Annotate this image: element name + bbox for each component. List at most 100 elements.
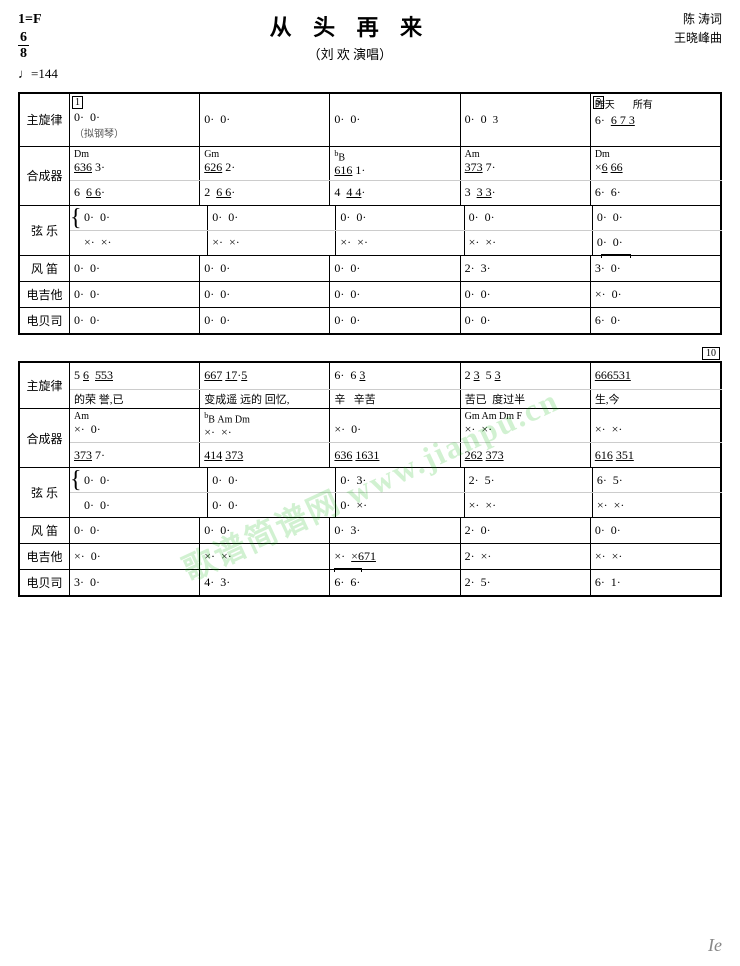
bass2-bar4: 2· 5· (461, 570, 591, 595)
flute-row: 风 笛 0· 0· 0· 0· 0· 0· 2· 3· 3· 0· (18, 255, 722, 281)
label-bass-1: 电贝司 (20, 308, 70, 333)
synth-bar5a: Dm ×6 66 (591, 147, 722, 180)
chord-empty2 (595, 411, 716, 422)
str-bar2a: 0· 0· (208, 206, 336, 230)
strings-row1: { 0· 0· 0· 0· 0· 0· 0· 0· 0· 0· (70, 206, 722, 231)
bass2-bar5: 6· 1· (591, 570, 722, 595)
synth2-bar4b: 262 373 (461, 443, 591, 467)
mel2-bar3: 6· 6 3 (330, 363, 460, 389)
chord-gm: Gm (204, 149, 325, 160)
synth2-bar4a-notes: ×· ×· (465, 422, 586, 437)
str2-bar3b: 0· ×· (336, 493, 464, 517)
str2-bar3a: 0· 3· (336, 468, 464, 492)
bar-1-sublabel: （拟钢琴） (74, 125, 195, 140)
synth2-bar3a-notes: ×· 0· (334, 422, 455, 437)
strings2-bars1: 0· 0· 0· 0· 0· 3· 2· 5· 6· 5· (80, 468, 722, 492)
strings-content: { 0· 0· 0· 0· 0· 0· 0· 0· 0· 0· ×· ×· × (70, 206, 722, 255)
synth-bar4b: 3 3 3· (461, 181, 591, 205)
synth-bar1a: Dm 636 3· (70, 147, 200, 180)
guitar-row-2: 电吉他 ×· 0· ×· ×· ×· ×671 2· ×· ×· ×· (18, 543, 722, 569)
chord-gm-am-dm-f: Gm Am Dm F (465, 411, 586, 422)
bass2-bar3: 6· 6· (330, 570, 460, 595)
guitar2-content: ×· 0· ×· ×· ×· ×671 2· ×· ×· ×· (70, 544, 722, 569)
gtr-bar2: 0· 0· (200, 282, 330, 307)
subtitle: （刘 欢 演唱） (58, 44, 642, 63)
label-strings-2: 弦 乐 (20, 468, 70, 517)
str2-bar4a: 2· 5· (465, 468, 593, 492)
strings-row2-bars: ×· ×· ×· ×· ×· ×· ×· ×· 0· 0· (80, 231, 722, 255)
flute-bar3: 0· 0· (330, 256, 460, 281)
melody2-lyrics: 的荣 誉,已 变成遥 远的 回忆, 辛 辛苦 苦已 度过半 生,今 (70, 389, 722, 408)
label-flute-2: 风 笛 (20, 518, 70, 543)
flute2-bar4: 2· 0· (461, 518, 591, 543)
flute-bar4: 2· 3· (461, 256, 591, 281)
section-2: 10 主旋律 5 6 5̇53 667 17·5 6· 6 3 (18, 361, 722, 597)
gtr2-bar5: ×· ×· (591, 544, 722, 569)
melody-content: 1 0· 0· （拟钢琴） 0· 0· 0· 0· 0· 0 3 (70, 94, 722, 146)
str-bar5a: 0· 0· (593, 206, 722, 230)
chord-dm2: Dm (595, 149, 716, 160)
flute-bar2: 0· 0· (200, 256, 330, 281)
synth2-bar5b: 616 351 (591, 443, 722, 467)
composer: 王晓峰曲 (642, 29, 722, 48)
score-page: 1=F 6 8 ♩=144 从 头 再 来 （刘 欢 演唱） 陈 涛词 王晓峰曲 (0, 0, 740, 966)
synth2-bar3b: 636 1631 (330, 443, 460, 467)
guitar-row: 电吉他 0· 0· 0· 0· 0· 0· 0· 0· ×· 0· (18, 281, 722, 307)
bar-2: 0· 0· (200, 94, 330, 146)
gtr2-bar4: 2· ×· (461, 544, 591, 569)
bass-slur-arc (334, 568, 362, 572)
strings-row1-bars: 0· 0· 0· 0· 0· 0· 0· 0· 0· 0· (80, 206, 722, 230)
synth-bar1a-notes: 636 3· (74, 160, 195, 175)
synth-row2: 6 6 6· 2 6 6· 4 4 4· 3 3 3· 6· 6· (70, 181, 722, 205)
label-guitar-1: 电吉他 (20, 282, 70, 307)
synth2-bar1b: 373 7· (70, 443, 200, 467)
main-melody-row: 主旋律 1 0· 0· （拟钢琴） 0· 0· 0· (18, 92, 722, 146)
synth2-bar4a: Gm Am Dm F ×· ×· (461, 409, 591, 442)
label-synth-1: 合成器 (20, 147, 70, 205)
synth-bar3b: 4 4 4· (330, 181, 460, 205)
str-bar3a: 0· 0· (336, 206, 464, 230)
synth2-bar5a-notes: ×· ×· (595, 422, 716, 437)
str2-bar2b: 0· 0· (208, 493, 336, 517)
chord-dm: Dm (74, 149, 195, 160)
str-bar5b: 0· 0· (593, 231, 722, 255)
brace-spacer (70, 231, 80, 255)
melody2-content: 5 6 5̇53 667 17·5 6· 6 3 2 3 5 3 666531 (70, 363, 722, 408)
bass-bar1: 0· 0· (70, 308, 200, 333)
bar-3: 0· 0· (330, 94, 460, 146)
label-strings-1: 弦 乐 (20, 206, 70, 255)
flute-bar5: 3· 0· (591, 256, 722, 281)
synth-bar2b: 2 6 6· (200, 181, 330, 205)
bass-row-2: 电贝司 3· 0· 4· 3· 6· 6· 2· 5· 6· 1· (18, 569, 722, 597)
synth-bar3a: bB 616 1· (330, 147, 460, 180)
strings2-row1: { 0· 0· 0· 0· 0· 3· 2· 5· 6· 5· (70, 468, 722, 493)
lyric2-bar2: 变成遥 远的 回忆, (200, 390, 330, 408)
str-bar4a: 0· 0· (465, 206, 593, 230)
bar-4: 0· 0 3 (461, 94, 591, 146)
lyric2-bar4: 苦已 度过半 (461, 390, 591, 408)
mel2-bar5: 666531 (591, 363, 722, 389)
str2-bar4b: ×· ×· (465, 493, 593, 517)
time-signature: 6 8 (18, 30, 58, 62)
gtr-bar4: 0· 0· (461, 282, 591, 307)
synth-bar1b: 6 6 6· (70, 181, 200, 205)
str2-bar1b: 0· 0· (80, 493, 208, 517)
bar-5-notes: 6· 6 7 3 (595, 113, 716, 128)
synth-bar4a-notes: 373 7· (465, 160, 586, 175)
gtr-bar3: 0· 0· (330, 282, 460, 307)
synth2-bar2a: bB Am Dm ×· ×· (200, 409, 330, 442)
flute2-bar5: 0· 0· (591, 518, 722, 543)
key-signature: 1=F (18, 10, 58, 30)
gtr2-bar3: ×· ×671 (330, 544, 460, 569)
synth-bar5b: 6· 6· (591, 181, 722, 205)
bass-bar2: 0· 0· (200, 308, 330, 333)
synth-bar2a-notes: 626 2· (204, 160, 325, 175)
lyric2-bar5: 生,今 (591, 390, 722, 408)
brace-open: { (70, 206, 80, 230)
bass-bar5: 6· 0· (591, 308, 722, 333)
flute-bar1: 0· 0· (70, 256, 200, 281)
synth-row: 合成器 Dm 636 3· Gm 626 2· bB 616 1· (18, 146, 722, 205)
flute-row-2: 风 笛 0· 0· 0· 0· 0· 3· 2· 0· 0· 0· (18, 517, 722, 543)
bass-bar3: 0· 0· (330, 308, 460, 333)
synth2-content: Am ×· 0· bB Am Dm ×· ×· ×· 0· Gm Am Dm F… (70, 409, 722, 467)
